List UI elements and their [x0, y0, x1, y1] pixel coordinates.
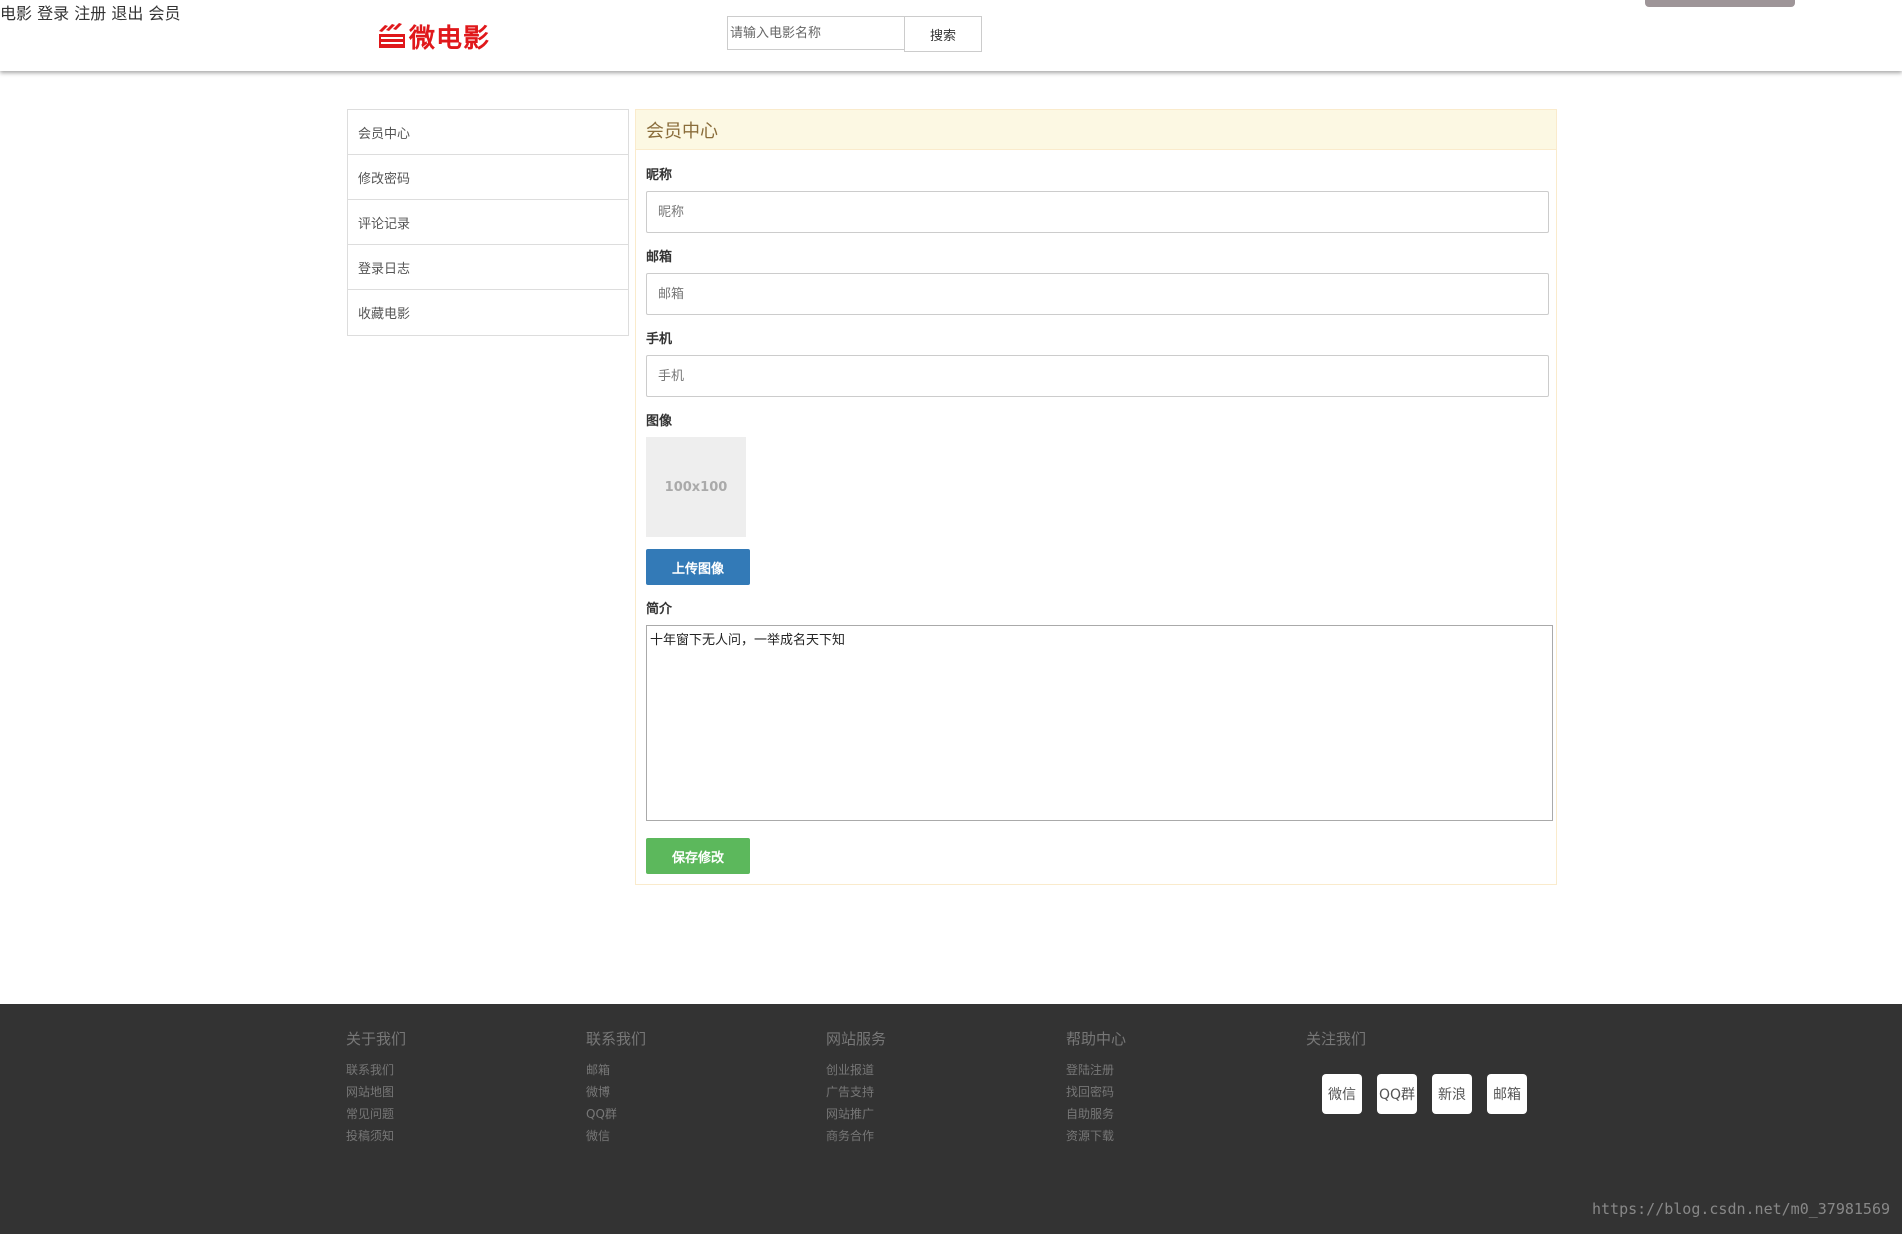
- nav-member[interactable]: 会员: [148, 4, 180, 23]
- footer-link[interactable]: 网站地图: [346, 1081, 406, 1103]
- footer-link[interactable]: 资源下载: [1066, 1125, 1126, 1147]
- nav-logout[interactable]: 退出: [111, 4, 143, 23]
- footer-link[interactable]: QQ群: [586, 1103, 646, 1125]
- sidebar-item-favorites[interactable]: 收藏电影: [348, 290, 628, 335]
- social-wechat-button[interactable]: 微信: [1322, 1074, 1362, 1114]
- nav-movies[interactable]: 电影: [0, 4, 32, 23]
- social-qq-button[interactable]: QQ群: [1377, 1074, 1417, 1114]
- footer-link[interactable]: 邮箱: [586, 1059, 646, 1081]
- clapperboard-icon: [379, 22, 405, 48]
- footer-col-title: 联系我们: [586, 1030, 647, 1048]
- search-input[interactable]: [727, 16, 905, 50]
- footer-link[interactable]: 联系我们: [346, 1059, 406, 1081]
- footer-col-contact: 联系我们 邮箱 微博 QQ群 微信: [586, 1028, 646, 1147]
- footer-col-title: 帮助中心: [1066, 1030, 1127, 1048]
- footer-col-title: 关注我们: [1306, 1030, 1367, 1048]
- footer-link[interactable]: 常见问题: [346, 1103, 406, 1125]
- site-logo[interactable]: 微电影: [377, 18, 490, 55]
- social-weibo-button[interactable]: 新浪: [1432, 1074, 1472, 1114]
- site-footer: 关于我们 联系我们 网站地图 常见问题 投稿须知 联系我们 邮箱 微博 QQ群 …: [0, 1004, 1902, 1234]
- footer-link[interactable]: 投稿须知: [346, 1125, 406, 1147]
- phone-field[interactable]: [646, 355, 1549, 397]
- logo-text: 微电影: [409, 24, 491, 54]
- footer-col-title: 网站服务: [826, 1030, 887, 1048]
- footer-link[interactable]: 创业报道: [826, 1059, 886, 1081]
- nickname-field[interactable]: [646, 191, 1549, 233]
- avatar-label: 图像: [646, 414, 673, 429]
- sidebar-item-login-log[interactable]: 登录日志: [348, 245, 628, 290]
- footer-col-help: 帮助中心 登陆注册 找回密码 自助服务 资源下载: [1066, 1028, 1126, 1147]
- top-navbar: 微电影 搜索 电影 登录 注册 退出 会员: [0, 0, 1902, 71]
- search-button[interactable]: 搜索: [904, 16, 982, 52]
- footer-link[interactable]: 登陆注册: [1066, 1059, 1126, 1081]
- footer-col-about: 关于我们 联系我们 网站地图 常见问题 投稿须知: [346, 1028, 406, 1147]
- nav-login[interactable]: 登录: [37, 4, 69, 23]
- member-sidebar: 会员中心 修改密码 评论记录 登录日志 收藏电影: [347, 109, 629, 336]
- save-button[interactable]: 保存修改: [646, 838, 750, 874]
- panel-title: 会员中心: [636, 110, 1556, 150]
- footer-col-follow: 关注我们: [1306, 1028, 1366, 1059]
- upload-avatar-button[interactable]: 上传图像: [646, 549, 750, 585]
- corner-tab: [1645, 0, 1795, 7]
- email-field[interactable]: [646, 273, 1549, 315]
- footer-link[interactable]: 找回密码: [1066, 1081, 1126, 1103]
- social-email-button[interactable]: 邮箱: [1487, 1074, 1527, 1114]
- watermark-url: https://blog.csdn.net/m0_37981569: [1591, 1200, 1890, 1218]
- intro-label: 简介: [646, 602, 673, 617]
- nav-register[interactable]: 注册: [74, 4, 106, 23]
- sidebar-item-change-password[interactable]: 修改密码: [348, 155, 628, 200]
- sidebar-item-member-center[interactable]: 会员中心: [348, 110, 628, 155]
- footer-link[interactable]: 自助服务: [1066, 1103, 1126, 1125]
- email-label: 邮箱: [646, 250, 673, 265]
- footer-link[interactable]: 微博: [586, 1081, 646, 1103]
- footer-link[interactable]: 广告支持: [826, 1081, 886, 1103]
- phone-label: 手机: [646, 332, 673, 347]
- footer-link[interactable]: 微信: [586, 1125, 646, 1147]
- avatar-placeholder: 100x100: [646, 437, 746, 537]
- footer-link[interactable]: 网站推广: [826, 1103, 886, 1125]
- nickname-label: 昵称: [646, 168, 673, 183]
- footer-col-title: 关于我们: [346, 1030, 407, 1048]
- member-center-panel: 会员中心 昵称 邮箱 手机 图像 100x100 上传图像 简介 十年窗下无人问…: [635, 109, 1557, 885]
- footer-col-services: 网站服务 创业报道 广告支持 网站推广 商务合作: [826, 1028, 886, 1147]
- intro-textarea[interactable]: 十年窗下无人问，一举成名天下知: [646, 625, 1553, 821]
- sidebar-item-comments[interactable]: 评论记录: [348, 200, 628, 245]
- footer-link[interactable]: 商务合作: [826, 1125, 886, 1147]
